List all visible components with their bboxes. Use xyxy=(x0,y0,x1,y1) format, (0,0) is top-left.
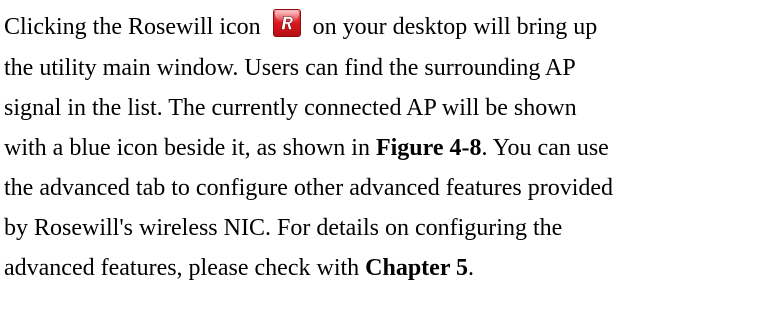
text-run: on your desktop will bring up xyxy=(312,14,598,40)
text-line: advanced features, please check with Cha… xyxy=(4,248,754,288)
text-line: signal in the list. The currently connec… xyxy=(4,88,754,128)
text-run: advanced features, please check with xyxy=(4,255,366,281)
chapter-reference: Chapter 5 xyxy=(365,255,469,281)
text-run: by Rosewill's wireless NIC. For details … xyxy=(4,215,563,241)
text-run: signal in the list. The currently connec… xyxy=(4,95,577,121)
text-run: the advanced tab to configure other adva… xyxy=(4,175,614,201)
rosewill-r-icon xyxy=(272,9,301,37)
document-page: Clicking the Rosewill icon on your deskto… xyxy=(0,0,760,332)
body-paragraph: Clicking the Rosewill icon on your deskto… xyxy=(4,6,754,288)
text-line: with a blue icon beside it, as shown in … xyxy=(4,128,754,168)
text-run: Clicking the Rosewill icon xyxy=(4,14,261,40)
text-run: with a blue icon beside it, as shown in xyxy=(4,135,376,161)
text-line: the utility main window. Users can find … xyxy=(4,48,754,88)
text-line: by Rosewill's wireless NIC. For details … xyxy=(4,208,754,248)
text-run: the utility main window. Users can find … xyxy=(4,55,576,81)
text-line: the advanced tab to configure other adva… xyxy=(4,168,754,208)
figure-reference: Figure 4-8 xyxy=(375,135,482,161)
text-run: . xyxy=(468,255,475,281)
text-line: Clicking the Rosewill icon on your deskto… xyxy=(4,6,754,48)
text-run: . You can use xyxy=(481,135,609,161)
